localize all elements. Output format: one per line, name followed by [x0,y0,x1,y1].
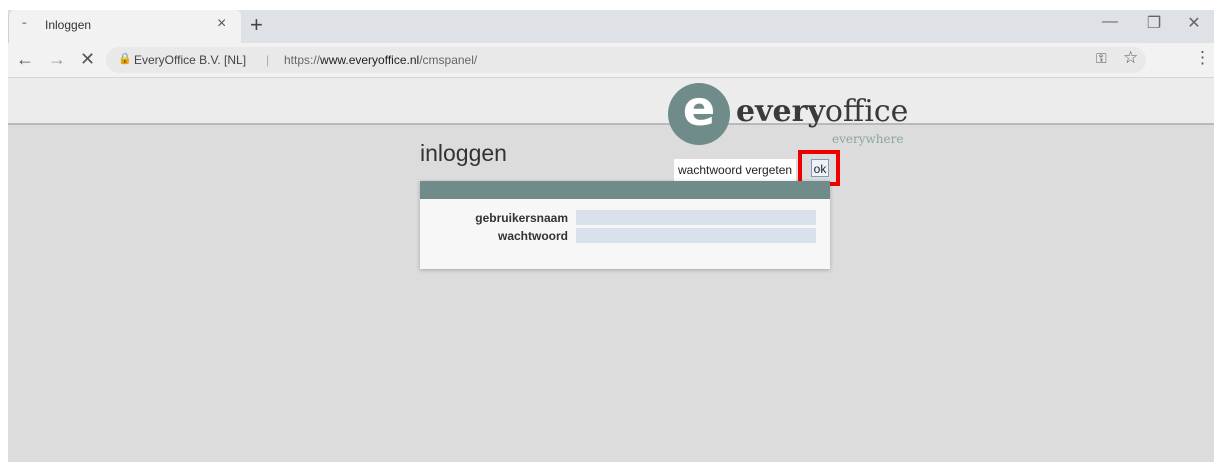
forward-icon[interactable]: → [48,49,66,70]
logo-tagline: everywhere [832,132,904,146]
loading-icon: ⁃ [21,16,28,31]
stop-icon[interactable]: ✕ [80,49,95,70]
password-label: wachtwoord [497,229,568,243]
login-form: gebruikersnaam wachtwoord [420,199,830,269]
lock-icon[interactable]: 🔒 [118,52,132,65]
everyoffice-logo-text: everyoffice [736,96,908,128]
url-text: https://www.everyoffice.nl/cmspanel/ [284,53,477,67]
password-input[interactable] [576,228,816,243]
username-input[interactable] [576,210,816,225]
url-scheme: https:// [284,53,321,67]
forgot-password-text: wachtwoord vergeten [678,163,793,177]
page-title: inloggen [420,140,507,166]
tab-inloggen[interactable]: ⁃ Inloggen × [8,10,241,43]
back-icon[interactable]: ← [16,49,34,70]
tab-close-icon[interactable]: × [217,15,226,33]
new-tab-icon[interactable]: + [250,12,263,38]
browser-menu-icon[interactable]: ⋮ [1194,48,1211,68]
login-panel: gebruikersnaam wachtwoord [420,181,830,269]
bookmark-star-icon[interactable]: ☆ [1123,48,1138,68]
logo-word-bold: every [736,94,825,129]
page-header [8,78,1214,125]
minimize-icon[interactable]: — [1090,13,1130,31]
site-identity: EveryOffice B.V. [NL] [134,53,247,67]
url-separator: | [266,53,270,67]
browser-toolbar: ← → ✕ 🔒 EveryOffice B.V. [NL] | https://… [8,43,1214,78]
logo-word-rest: office [824,94,909,129]
forgot-password-field[interactable]: wachtwoord vergeten [674,159,796,181]
login-panel-header [420,181,830,199]
restore-icon[interactable]: ❐ [1134,13,1174,33]
tab-title: Inloggen [45,18,92,32]
url-path: /cmspanel/ [419,53,478,67]
username-label: gebruikersnaam [475,211,568,225]
everyoffice-logo-mark: e [668,81,730,145]
tab-strip: ⁃ Inloggen × + — ❐ ✕ [8,10,1214,43]
key-icon[interactable]: ⚿ [1096,50,1107,67]
logo-mark-letter: e [682,81,716,137]
window-close-icon[interactable]: ✕ [1174,13,1214,33]
browser-window: ⁃ Inloggen × + — ❐ ✕ ← → ✕ 🔒 EveryOffice… [8,10,1214,462]
address-bar[interactable]: 🔒 EveryOffice B.V. [NL] | https://www.ev… [106,47,1146,73]
url-host: www.everyoffice.nl [320,53,420,67]
